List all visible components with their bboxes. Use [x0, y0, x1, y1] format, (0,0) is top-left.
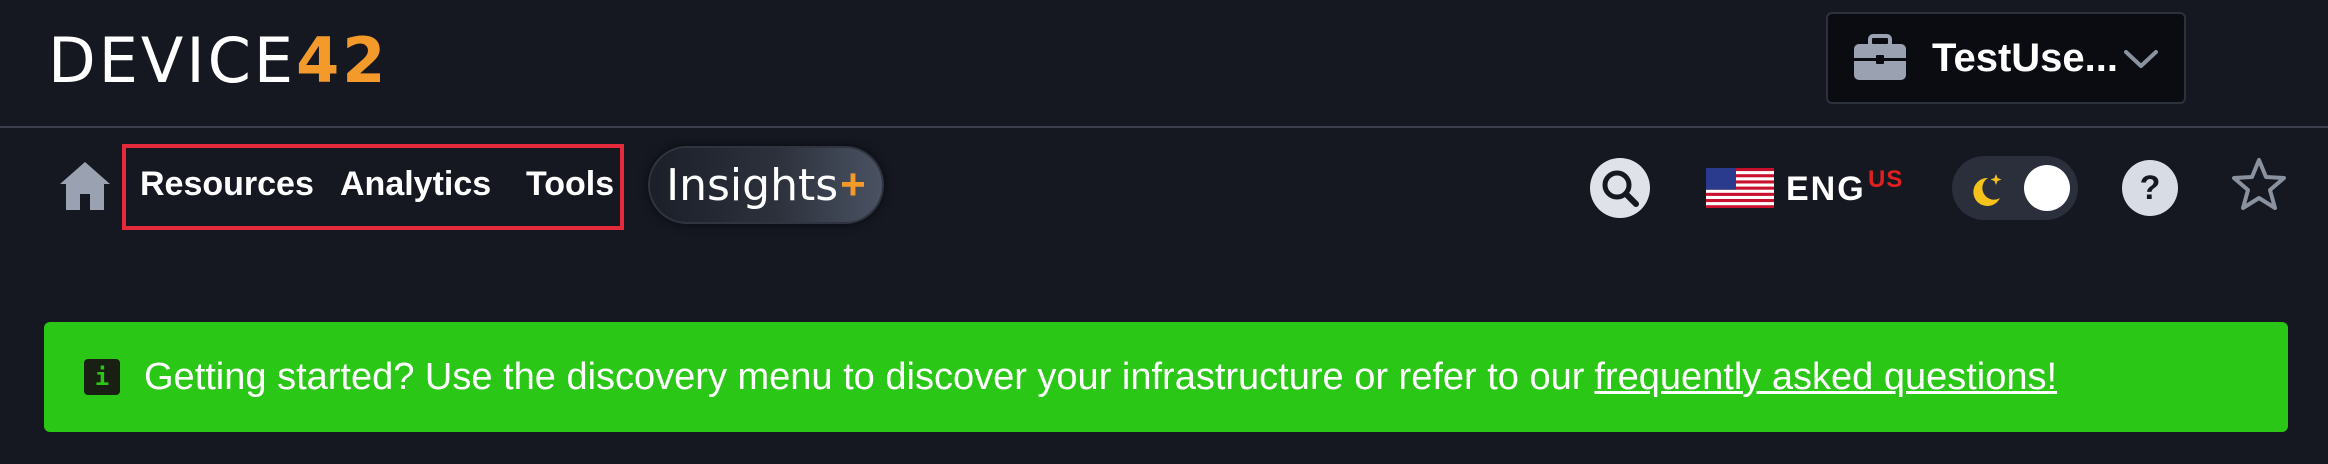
nav-link-resources[interactable]: Resources	[140, 164, 314, 204]
chevron-down-icon	[2122, 44, 2160, 74]
main-nav: Resources Analytics Tools Insights + ENG …	[0, 130, 2328, 250]
star-icon[interactable]	[2230, 156, 2288, 214]
us-flag-icon[interactable]	[1706, 168, 1774, 208]
getting-started-banner: i Getting started? Use the discovery men…	[44, 322, 2288, 432]
insights-plus-button[interactable]: Insights +	[648, 146, 884, 224]
info-icon: i	[84, 359, 120, 395]
moon-icon	[1966, 170, 2006, 210]
insights-label: Insights	[666, 159, 839, 211]
nav-link-tools[interactable]: Tools	[526, 164, 614, 204]
company-name: TestUse...	[1932, 35, 2118, 80]
language-code[interactable]: ENG	[1786, 170, 1866, 209]
home-icon[interactable]	[58, 160, 112, 212]
logo-number: 42	[296, 24, 389, 97]
toggle-knob	[2024, 165, 2070, 211]
language-region: US	[1868, 166, 1904, 193]
help-button[interactable]: ?	[2122, 160, 2178, 216]
briefcase-icon	[1852, 34, 1908, 82]
insights-plus: +	[840, 160, 866, 209]
dark-mode-toggle[interactable]	[1952, 156, 2078, 220]
device42-logo[interactable]: DEVICE 42	[48, 26, 388, 96]
faq-link[interactable]: frequently asked questions!	[1594, 356, 2057, 399]
nav-link-analytics[interactable]: Analytics	[340, 164, 491, 204]
search-icon	[1602, 170, 1639, 207]
search-button[interactable]	[1590, 158, 1650, 218]
company-selector[interactable]: TestUse...	[1826, 12, 2186, 104]
logo-text: DEVICE	[48, 24, 297, 97]
banner-message: Getting started? Use the discovery menu …	[144, 355, 1585, 398]
top-bar: DEVICE 42 TestUse...	[0, 0, 2328, 128]
